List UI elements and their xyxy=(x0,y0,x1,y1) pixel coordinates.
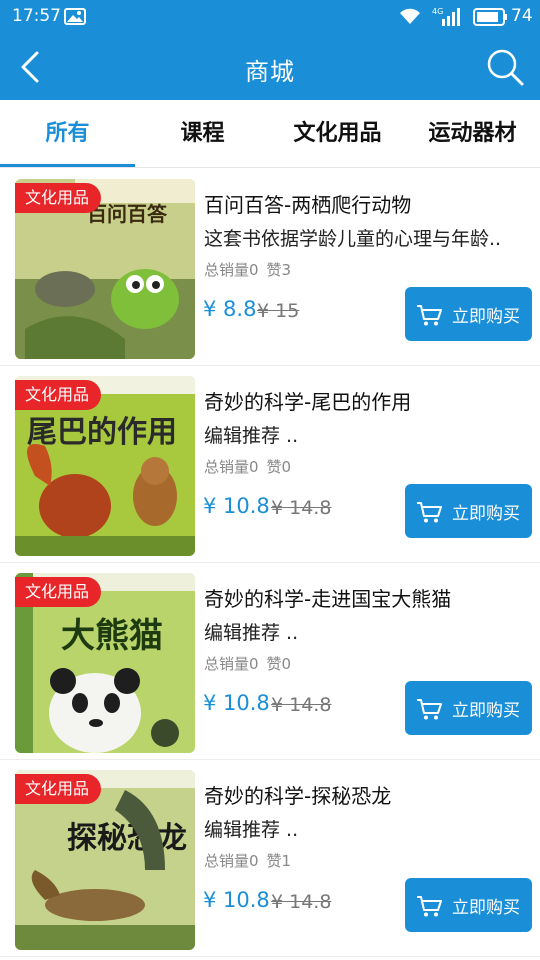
product-stats: 总销量0 赞0 xyxy=(204,653,291,674)
buy-now-button[interactable]: 立即购买 xyxy=(405,681,532,735)
search-icon xyxy=(487,49,524,86)
original-price: ¥ 14.8 xyxy=(271,694,332,716)
buy-now-label: 立即购买 xyxy=(452,701,520,721)
cover-title: 百问百答 xyxy=(87,202,168,226)
category-badge: 文化用品 xyxy=(15,380,102,410)
search-button[interactable] xyxy=(484,46,526,88)
tab-stationery[interactable]: 文化用品 xyxy=(270,100,405,168)
cover-title: 尾巴的作用 xyxy=(27,415,177,450)
sales-count: 总销量0 xyxy=(204,655,259,673)
product-item[interactable]: 尾巴的作用 文化用品 奇妙的科学-尾巴的作用 编辑推荐 .. 总销量0 赞0 ¥ … xyxy=(0,366,540,563)
product-description: 这套书依据学龄儿童的心理与年龄.. xyxy=(204,228,502,250)
current-price: ¥ 8.8 xyxy=(203,297,257,321)
original-price: ¥ 14.8 xyxy=(271,891,332,913)
product-name[interactable]: 奇妙的科学-尾巴的作用 xyxy=(204,386,411,415)
status-bar: 17:57 4G 74 xyxy=(0,0,540,34)
cart-icon xyxy=(417,305,442,326)
current-price: ¥ 10.8 xyxy=(203,691,270,715)
tab-courses[interactable]: 课程 xyxy=(135,100,270,168)
cover-title: 探秘恐龙 xyxy=(67,821,187,856)
product-item[interactable]: 探秘恐龙 文化用品 奇妙的科学-探秘恐龙 编辑推荐 .. 总销量0 赞1 ¥ 10… xyxy=(0,760,540,957)
page-title: 商城 xyxy=(245,58,295,86)
product-name[interactable]: 百问百答-两栖爬行动物 xyxy=(204,189,411,218)
category-badge: 文化用品 xyxy=(15,774,102,804)
product-item[interactable]: 百问百答 文化用品 百问百答-两栖爬行动物 这套书依据学龄儿童的心理与年龄.. … xyxy=(0,169,540,366)
current-price: ¥ 10.8 xyxy=(203,494,270,518)
category-badge: 文化用品 xyxy=(15,577,102,607)
product-description: 编辑推荐 .. xyxy=(204,425,299,447)
sales-count: 总销量0 xyxy=(204,852,259,870)
category-tabs: 所有 课程 文化用品 运动器材 xyxy=(0,100,540,168)
cart-icon xyxy=(417,699,442,720)
cart-icon xyxy=(417,502,442,523)
like-count: 赞0 xyxy=(266,458,292,476)
cart-icon xyxy=(417,896,442,917)
tab-all[interactable]: 所有 xyxy=(0,100,135,168)
buy-now-button[interactable]: 立即购买 xyxy=(405,878,532,932)
like-count: 赞0 xyxy=(266,655,292,673)
current-price: ¥ 10.8 xyxy=(203,888,270,912)
sales-count: 总销量0 xyxy=(204,261,259,279)
product-item[interactable]: 大熊猫 文化用品 奇妙的科学-走进国宝大熊猫 编辑推荐 .. 总销量0 赞0 ¥ … xyxy=(0,563,540,760)
product-description: 编辑推荐 .. xyxy=(204,622,299,644)
product-name[interactable]: 奇妙的科学-走进国宝大熊猫 xyxy=(204,583,451,612)
status-time: 17:57 xyxy=(12,6,61,26)
wifi-icon xyxy=(400,8,420,24)
tab-indicator xyxy=(0,164,135,167)
buy-now-label: 立即购买 xyxy=(452,307,520,327)
like-count: 赞3 xyxy=(266,261,292,279)
cover-title: 大熊猫 xyxy=(61,616,163,656)
product-stats: 总销量0 赞1 xyxy=(204,850,291,871)
buy-now-button[interactable]: 立即购买 xyxy=(405,484,532,538)
signal-icon: 4G xyxy=(432,7,460,26)
product-name[interactable]: 奇妙的科学-探秘恐龙 xyxy=(204,780,391,809)
svg-text:4G: 4G xyxy=(432,7,443,16)
category-badge: 文化用品 xyxy=(15,183,102,213)
buy-now-label: 立即购买 xyxy=(452,504,520,524)
app-header: 商城 xyxy=(0,34,540,100)
original-price: ¥ 14.8 xyxy=(271,497,332,519)
sales-count: 总销量0 xyxy=(204,458,259,476)
battery-level: 74 xyxy=(511,6,533,26)
tab-sports[interactable]: 运动器材 xyxy=(405,100,540,168)
buy-now-label: 立即购买 xyxy=(452,898,520,918)
product-stats: 总销量0 赞3 xyxy=(204,259,291,280)
battery-icon xyxy=(473,8,507,26)
image-icon xyxy=(64,8,86,25)
like-count: 赞1 xyxy=(266,852,292,870)
original-price: ¥ 15 xyxy=(257,300,300,322)
product-description: 编辑推荐 .. xyxy=(204,819,299,841)
product-stats: 总销量0 赞0 xyxy=(204,456,291,477)
buy-now-button[interactable]: 立即购买 xyxy=(405,287,532,341)
